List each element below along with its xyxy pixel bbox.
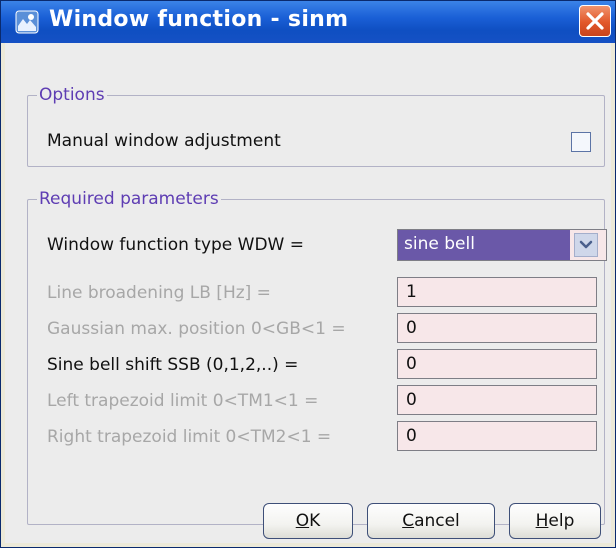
dropdown-arrow[interactable] bbox=[574, 233, 598, 257]
help-label-rest: elp bbox=[548, 511, 575, 531]
wdw-selected-value: sine bell bbox=[398, 230, 570, 260]
ok-mnemonic: O bbox=[295, 511, 310, 531]
required-params-legend: Required parameters bbox=[37, 189, 221, 209]
manual-adjustment-checkbox[interactable] bbox=[571, 132, 591, 152]
chevron-down-icon bbox=[579, 240, 593, 249]
help-button[interactable]: Help bbox=[509, 503, 601, 539]
window-title: Window function - sinm bbox=[49, 7, 349, 32]
tm2-input[interactable]: 0 bbox=[397, 421, 597, 451]
cancel-label-rest: ancel bbox=[414, 511, 460, 531]
app-icon bbox=[15, 10, 39, 34]
gb-input[interactable]: 0 bbox=[397, 313, 597, 343]
dialog-content: Options Manual window adjustment Require… bbox=[5, 43, 611, 543]
gb-label: Gaussian max. position 0<GB<1 = bbox=[47, 319, 346, 339]
title-bar[interactable]: Window function - sinm bbox=[1, 1, 615, 43]
close-button[interactable] bbox=[579, 5, 611, 37]
help-mnemonic: H bbox=[535, 511, 549, 531]
ok-button[interactable]: OK bbox=[263, 503, 353, 539]
lb-input[interactable]: 1 bbox=[397, 277, 597, 307]
cancel-button[interactable]: Cancel bbox=[367, 503, 495, 539]
ssb-label: Sine bell shift SSB (0,1,2,..) = bbox=[47, 355, 299, 375]
dialog-window: Window function - sinm Options Manual wi… bbox=[0, 0, 616, 548]
tm1-label: Left trapezoid limit 0<TM1<1 = bbox=[47, 391, 319, 411]
ssb-input[interactable]: 0 bbox=[397, 349, 597, 379]
wdw-label: Window function type WDW = bbox=[47, 235, 305, 255]
wdw-select[interactable]: sine bell bbox=[397, 229, 607, 261]
tm1-input[interactable]: 0 bbox=[397, 385, 597, 415]
close-icon bbox=[586, 12, 604, 30]
ok-label-rest: K bbox=[309, 511, 321, 531]
manual-adjustment-label: Manual window adjustment bbox=[47, 131, 281, 151]
cancel-mnemonic: C bbox=[402, 511, 415, 531]
tm2-label: Right trapezoid limit 0<TM2<1 = bbox=[47, 427, 332, 447]
options-legend: Options bbox=[37, 85, 107, 105]
lb-label: Line broadening LB [Hz] = bbox=[47, 283, 271, 303]
